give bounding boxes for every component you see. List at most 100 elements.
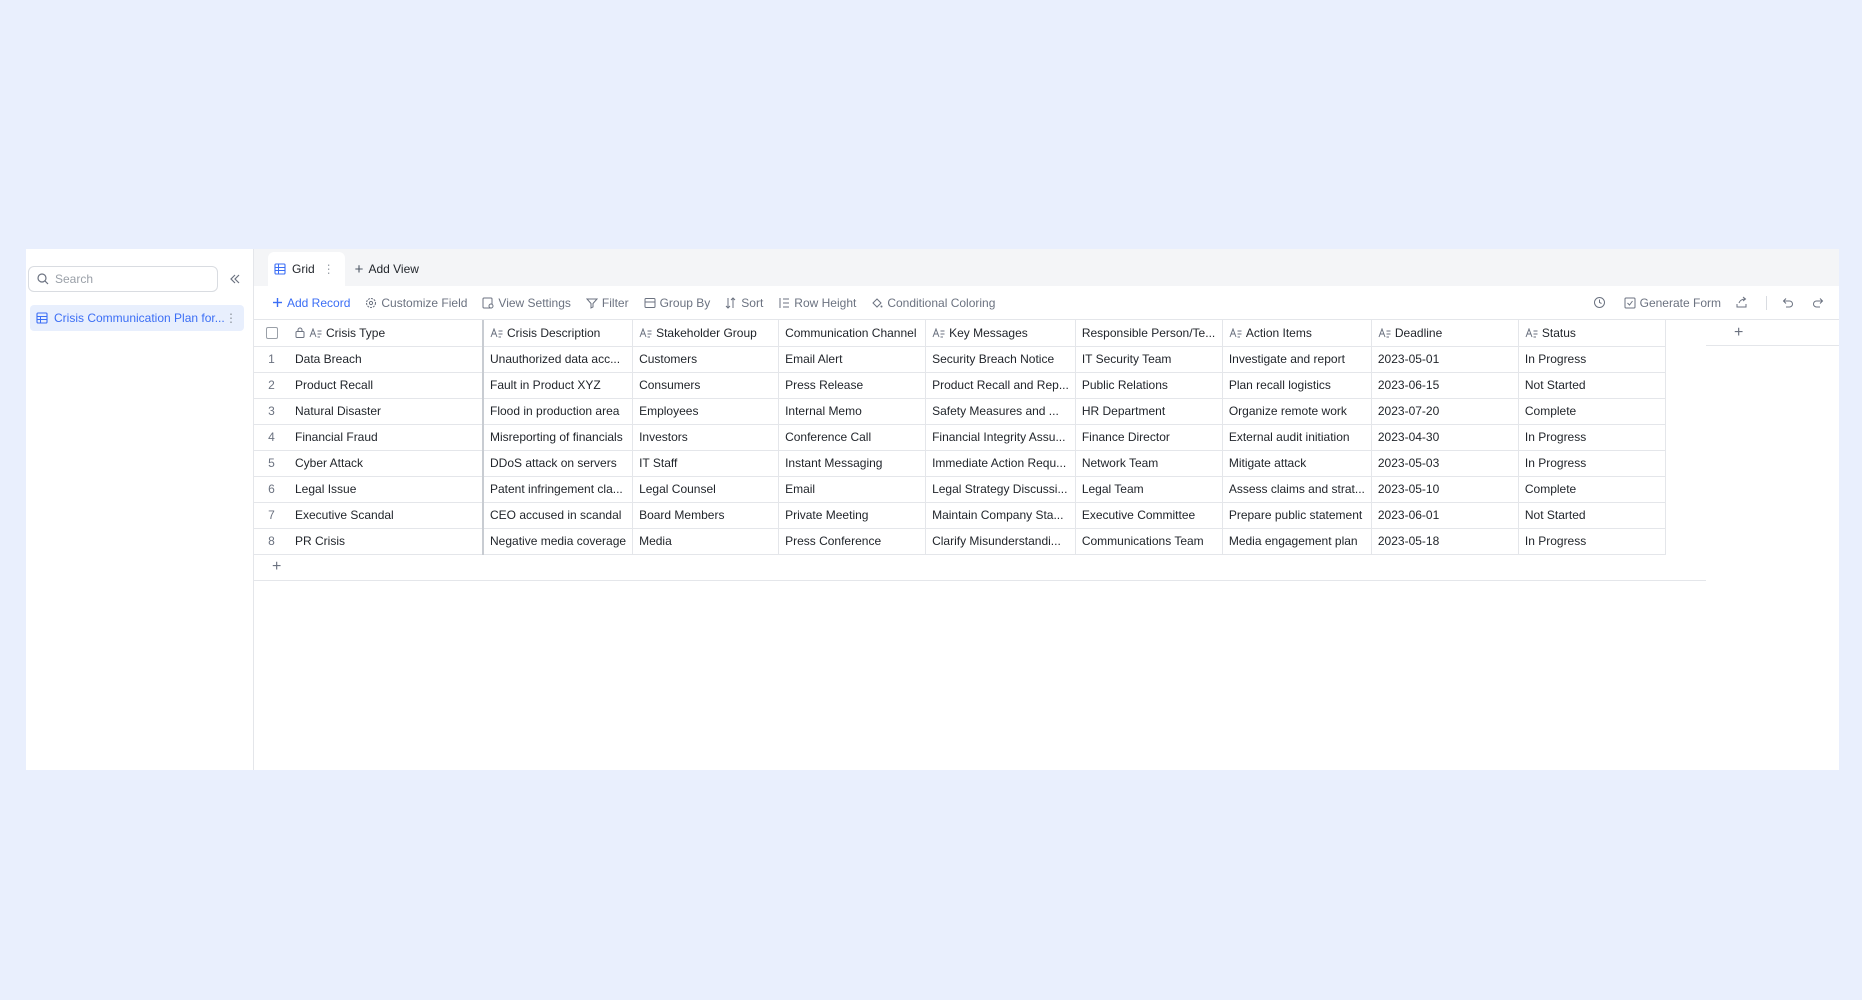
table-cell[interactable]: Employees <box>632 398 780 425</box>
table-cell[interactable]: In Progress <box>1518 346 1666 373</box>
table-cell[interactable]: Product Recall and Rep... <box>925 372 1076 399</box>
column-header[interactable]: Key Messages <box>925 320 1076 347</box>
table-cell[interactable]: 2023-06-01 <box>1371 502 1519 529</box>
table-cell[interactable]: Clarify Misunderstandi... <box>925 528 1076 555</box>
table-cell[interactable]: Plan recall logistics <box>1222 372 1372 399</box>
table-cell[interactable]: Fault in Product XYZ <box>483 372 634 399</box>
select-all-checkbox[interactable] <box>265 326 278 339</box>
table-row[interactable]: 7 Executive Scandal CEO accused in scandal… <box>254 502 1666 529</box>
table-cell[interactable]: 2023-04-30 <box>1371 424 1519 451</box>
table-cell[interactable]: IT Security Team <box>1075 346 1223 373</box>
table-cell[interactable]: Safety Measures and ... <box>925 398 1076 425</box>
table-cell[interactable]: Security Breach Notice <box>925 346 1076 373</box>
table-row[interactable]: 8 PR Crisis Negative media coverage Media Pr… <box>254 528 1666 555</box>
column-header[interactable]: Status <box>1518 320 1666 347</box>
collapse-sidebar-icon[interactable] <box>227 271 243 287</box>
table-cell[interactable]: Email Alert <box>778 346 927 373</box>
table-cell[interactable]: In Progress <box>1518 528 1666 555</box>
column-header[interactable]: Action Items <box>1222 320 1372 347</box>
table-cell[interactable]: Not Started <box>1518 502 1666 529</box>
table-cell[interactable]: 2023-07-20 <box>1371 398 1519 425</box>
table-cell[interactable]: Customers <box>632 346 780 373</box>
column-header[interactable]: Stakeholder Group <box>632 320 780 347</box>
table-cell[interactable]: Maintain Company Sta... <box>925 502 1076 529</box>
table-cell[interactable]: Legal Counsel <box>632 476 780 503</box>
row-height-button[interactable]: Row Height <box>778 296 856 310</box>
table-row[interactable]: 3 Natural Disaster Flood in production are… <box>254 398 1666 425</box>
table-cell[interactable]: Press Release <box>778 372 927 399</box>
table-cell[interactable]: Consumers <box>632 372 780 399</box>
more-options-icon[interactable]: ⋮ <box>224 311 238 325</box>
column-header[interactable]: Deadline <box>1371 320 1519 347</box>
table-cell[interactable]: Negative media coverage <box>483 528 634 555</box>
search-box[interactable] <box>28 266 218 292</box>
column-header[interactable]: Crisis Type <box>289 320 484 347</box>
table-cell[interactable]: Board Members <box>632 502 780 529</box>
table-row[interactable]: 2 Product Recall Fault in Product XYZ Consu… <box>254 372 1666 399</box>
table-cell[interactable]: 2023-05-01 <box>1371 346 1519 373</box>
table-cell[interactable]: Product Recall <box>289 372 484 399</box>
tab-grid[interactable]: Grid ⋮ <box>268 252 345 286</box>
redo-button[interactable] <box>1812 296 1829 309</box>
table-cell[interactable]: 2023-06-15 <box>1371 372 1519 399</box>
add-row-button[interactable]: + <box>254 555 1706 581</box>
table-cell[interactable]: IT Staff <box>632 450 780 477</box>
table-cell[interactable]: External audit initiation <box>1222 424 1372 451</box>
table-cell[interactable]: Legal Strategy Discussi... <box>925 476 1076 503</box>
table-cell[interactable]: DDoS attack on servers <box>483 450 634 477</box>
table-cell[interactable]: Patent infringement cla... <box>483 476 634 503</box>
conditional-coloring-button[interactable]: Conditional Coloring <box>871 296 995 310</box>
history-button[interactable] <box>1593 296 1610 309</box>
table-cell[interactable]: Media engagement plan <box>1222 528 1372 555</box>
table-cell[interactable]: Legal Issue <box>289 476 484 503</box>
table-cell[interactable]: Internal Memo <box>778 398 927 425</box>
table-cell[interactable]: Complete <box>1518 398 1666 425</box>
table-row[interactable]: 6 Legal Issue Patent infringement cla... Le… <box>254 476 1666 503</box>
share-button[interactable] <box>1735 296 1752 309</box>
table-cell[interactable]: Public Relations <box>1075 372 1223 399</box>
table-cell[interactable]: 2023-05-10 <box>1371 476 1519 503</box>
table-cell[interactable]: Private Meeting <box>778 502 927 529</box>
table-cell[interactable]: Financial Fraud <box>289 424 484 451</box>
table-cell[interactable]: Prepare public statement <box>1222 502 1372 529</box>
table-cell[interactable]: Complete <box>1518 476 1666 503</box>
customize-field-button[interactable]: Customize Field <box>365 296 467 310</box>
table-row[interactable]: 5 Cyber Attack DDoS attack on servers IT St… <box>254 450 1666 477</box>
table-cell[interactable]: Immediate Action Requ... <box>925 450 1076 477</box>
table-cell[interactable]: Organize remote work <box>1222 398 1372 425</box>
table-cell[interactable]: Misreporting of financials <box>483 424 634 451</box>
table-cell[interactable]: Email <box>778 476 927 503</box>
table-cell[interactable]: Investors <box>632 424 780 451</box>
table-cell[interactable]: Executive Scandal <box>289 502 484 529</box>
view-settings-button[interactable]: View Settings <box>482 296 571 310</box>
undo-button[interactable] <box>1781 296 1798 309</box>
table-cell[interactable]: Network Team <box>1075 450 1223 477</box>
table-cell[interactable]: Cyber Attack <box>289 450 484 477</box>
column-header[interactable]: Communication Channel <box>778 320 927 347</box>
group-by-button[interactable]: Group By <box>644 296 710 310</box>
table-cell[interactable]: Instant Messaging <box>778 450 927 477</box>
table-cell[interactable]: Finance Director <box>1075 424 1223 451</box>
table-cell[interactable]: Conference Call <box>778 424 927 451</box>
sort-button[interactable]: Sort <box>725 296 763 310</box>
add-column-button[interactable]: + <box>1706 320 1839 346</box>
table-cell[interactable]: Data Breach <box>289 346 484 373</box>
table-cell[interactable]: Legal Team <box>1075 476 1223 503</box>
table-cell[interactable]: Media <box>632 528 780 555</box>
generate-form-button[interactable]: Generate Form <box>1624 296 1721 310</box>
search-input[interactable] <box>55 272 205 286</box>
table-cell[interactable]: In Progress <box>1518 424 1666 451</box>
table-cell[interactable]: 2023-05-03 <box>1371 450 1519 477</box>
table-cell[interactable]: Press Conference <box>778 528 927 555</box>
table-cell[interactable]: Not Started <box>1518 372 1666 399</box>
table-cell[interactable]: Unauthorized data acc... <box>483 346 634 373</box>
table-cell[interactable]: Investigate and report <box>1222 346 1372 373</box>
table-cell[interactable]: In Progress <box>1518 450 1666 477</box>
add-view-button[interactable]: + Add View <box>345 252 429 286</box>
table-cell[interactable]: HR Department <box>1075 398 1223 425</box>
table-cell[interactable]: 2023-05-18 <box>1371 528 1519 555</box>
select-all-cell[interactable] <box>254 320 289 347</box>
table-cell[interactable]: PR Crisis <box>289 528 484 555</box>
tab-more-icon[interactable]: ⋮ <box>323 262 335 276</box>
table-cell[interactable]: Flood in production area <box>483 398 634 425</box>
